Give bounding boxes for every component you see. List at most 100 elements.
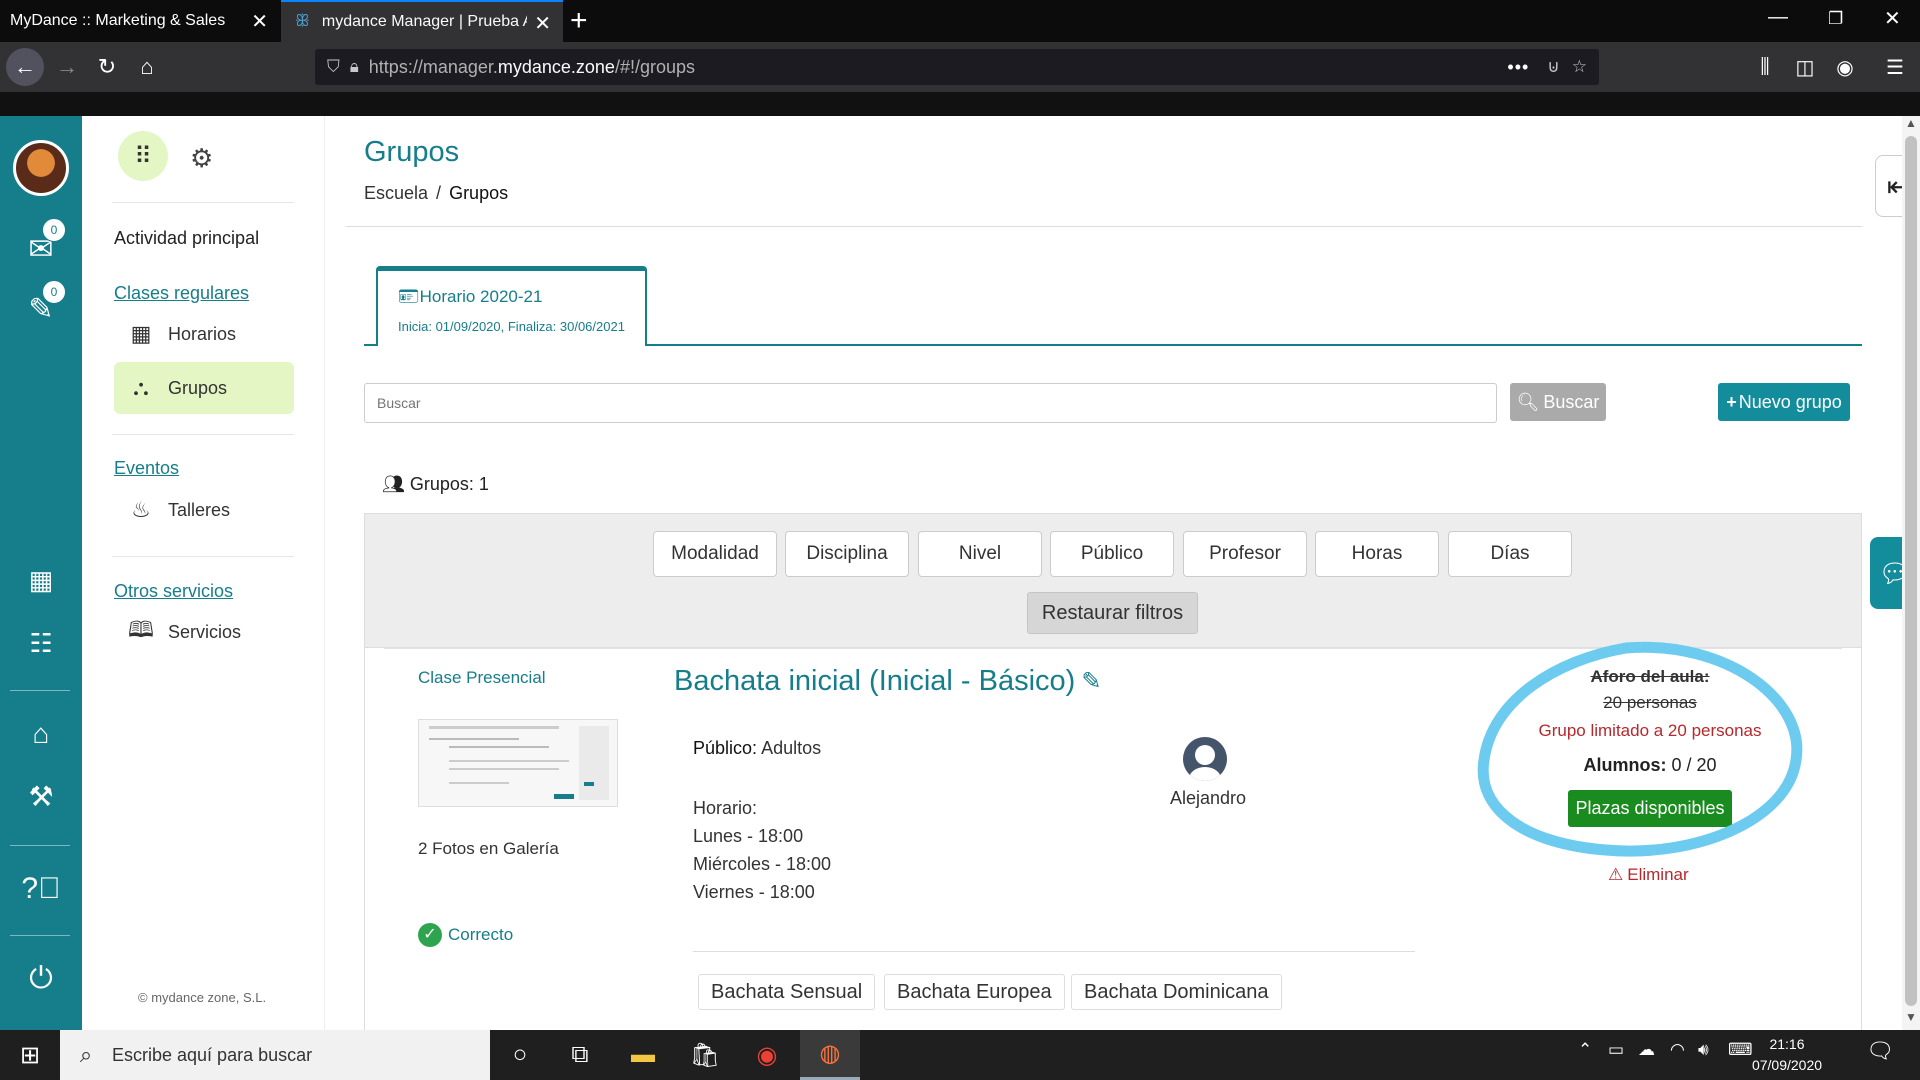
filter-profesor-button[interactable]: Profesor	[1183, 531, 1307, 577]
notifications-icon[interactable]: 🗨︎	[1866, 1038, 1894, 1064]
teacher-avatar-icon[interactable]	[1183, 737, 1227, 781]
filter-disciplina-button[interactable]: Disciplina	[785, 531, 909, 577]
sidebar-divider	[112, 202, 294, 203]
season-title: Horario 2020-21	[419, 287, 543, 306]
library-icon[interactable]: ⫼	[1746, 48, 1784, 86]
filter-horas-button[interactable]: Horas	[1315, 531, 1439, 577]
sidebar-toggle-icon[interactable]: ◫	[1786, 48, 1824, 86]
bookmark-star-icon[interactable]: ☆	[1572, 57, 1587, 77]
shield-icon[interactable]: ⛉	[327, 57, 340, 77]
url-bar[interactable]: ⛉ 🔒︎ https://manager. mydance.zone/#!/gro…	[315, 49, 1599, 85]
group-thumbnail[interactable]	[418, 719, 618, 807]
pocket-icon[interactable]: ⊍	[1547, 57, 1559, 77]
sidebar-section-otros-servicios[interactable]: Otros servicios	[114, 581, 233, 602]
tools-icon[interactable]: ⚒	[0, 780, 82, 813]
rail-divider	[10, 935, 70, 936]
apps-grid-icon[interactable]: ⠿	[118, 131, 168, 181]
edit-icon[interactable]: ✎	[1081, 667, 1101, 696]
teacher-name[interactable]: Alejandro	[1170, 788, 1246, 809]
school-building-icon[interactable]: ⌂	[0, 718, 82, 750]
scrollbar-thumb[interactable]	[1905, 136, 1917, 1006]
store-icon[interactable]: 🛍︎	[675, 1030, 735, 1080]
task-view-icon[interactable]: ⧉	[550, 1030, 610, 1080]
taskbar-search[interactable]: ⌕ Escribe aquí para buscar	[60, 1030, 490, 1080]
cortana-icon[interactable]: ○	[490, 1030, 550, 1080]
sidebar-item-label: Talleres	[168, 499, 231, 520]
users-icon[interactable]: ☷	[0, 628, 82, 659]
id-card-icon: 🪪︎	[398, 287, 420, 306]
gear-icon[interactable]: ⚙	[190, 143, 213, 174]
user-avatar[interactable]	[13, 140, 69, 196]
help-icon[interactable]: ?⃝	[0, 872, 82, 906]
browser-tab-manager[interactable]: ꕥ mydance Manager | Prueba Ale ✕	[281, 0, 563, 42]
page-actions-icon[interactable]: •••	[1507, 57, 1529, 78]
header-divider	[346, 226, 1862, 227]
sidebar-item-talleres[interactable]: ♨ Talleres	[114, 484, 294, 536]
filter-publico-button[interactable]: Público	[1050, 531, 1174, 577]
lock-icon[interactable]: 🔒︎	[350, 57, 359, 77]
volume-icon[interactable]: 🔊︎	[1698, 1040, 1709, 1060]
group-audience: Público: Adultos	[693, 738, 821, 759]
reset-filters-button[interactable]: Restaurar filtros	[1027, 592, 1198, 634]
delete-group-link[interactable]: ⚠ Eliminar	[1608, 865, 1689, 885]
home-icon[interactable]: ⌂	[128, 48, 166, 86]
back-arrow-icon[interactable]: ←	[6, 48, 44, 86]
filter-dias-button[interactable]: Días	[1448, 531, 1572, 577]
browser-tab-marketing[interactable]: MyDance :: Marketing & Sales ✕	[0, 0, 280, 42]
filter-modalidad-button[interactable]: Modalidad	[653, 531, 777, 577]
search-input[interactable]	[364, 383, 1497, 423]
close-tab-icon[interactable]: ✕	[534, 11, 551, 36]
tab-title: MyDance :: Marketing & Sales	[10, 12, 226, 29]
file-explorer-icon[interactable]: ▬	[613, 1030, 673, 1080]
menu-icon[interactable]: ☰	[1876, 48, 1914, 86]
filter-nivel-button[interactable]: Nivel	[918, 531, 1042, 577]
audience-value: Adultos	[761, 738, 822, 758]
check-circle-icon: ✓	[418, 923, 442, 947]
breadcrumb-root[interactable]: Escuela	[364, 183, 428, 203]
warning-icon: ⚠	[1608, 865, 1624, 884]
tasks-icon[interactable]: ✎	[0, 292, 82, 327]
mail-icon[interactable]: ✉︎	[0, 232, 82, 267]
butterfly-favicon-icon: ꕥ	[295, 13, 310, 30]
gallery-photos-count[interactable]: 2 Fotos en Galería	[418, 839, 559, 859]
close-tab-icon[interactable]: ✕	[251, 9, 268, 34]
power-icon[interactable]: ⏻	[0, 962, 82, 996]
minimize-icon[interactable]: —	[1768, 6, 1788, 29]
chrome-icon[interactable]: ◉	[737, 1030, 797, 1080]
tray-overflow-icon[interactable]: ⌃	[1578, 1040, 1592, 1060]
flame-icon: ♨	[131, 497, 151, 522]
battery-icon[interactable]: ▭	[1608, 1040, 1624, 1060]
onedrive-icon[interactable]: ☁	[1638, 1040, 1655, 1060]
reload-icon[interactable]: ↻	[88, 48, 126, 86]
sidebar-item-label: Servicios	[168, 621, 242, 642]
sidebar-item-grupos[interactable]: ⛬ Grupos	[114, 362, 294, 414]
open-book-icon: 🕮	[128, 617, 154, 642]
restore-icon[interactable]: ❐	[1828, 9, 1843, 29]
firefox-icon[interactable]: ◍	[800, 1030, 860, 1080]
sidebar-section-clases-regulares[interactable]: Clases regulares	[114, 283, 249, 304]
windows-start-icon[interactable]: ⊞	[0, 1030, 60, 1080]
sidebar-item-label: Horarios	[168, 323, 237, 344]
plus-icon: +	[1726, 391, 1737, 412]
new-group-button[interactable]: + Nuevo grupo	[1718, 383, 1850, 421]
sidebar-section-eventos[interactable]: Eventos	[114, 458, 179, 479]
discipline-tag: Bachata Dominicana	[1071, 974, 1282, 1010]
sidebar-item-servicios[interactable]: 🕮 Servicios	[114, 606, 294, 658]
breadcrumb-separator: /	[436, 183, 442, 203]
new-tab-icon[interactable]: +	[570, 4, 588, 38]
scroll-up-icon[interactable]: ▲	[1902, 116, 1920, 134]
tab-season[interactable]: 🪪︎Horario 2020-21 Inicia: 01/09/2020, Fi…	[376, 266, 647, 346]
account-icon[interactable]: ◉	[1826, 48, 1864, 86]
calendar-icon[interactable]: ▦	[0, 565, 82, 596]
forward-arrow-icon[interactable]: →	[48, 48, 86, 86]
url-path: /#!/groups	[614, 56, 696, 77]
group-name[interactable]: Bachata inicial (Inicial - Básico) ✎	[674, 665, 1101, 698]
group-schedule: Horario: Lunes - 18:00 Miércoles - 18:00…	[693, 794, 831, 906]
scroll-down-icon[interactable]: ▼	[1902, 1010, 1920, 1028]
taskbar-clock[interactable]: 21:16 07/09/2020	[1748, 1034, 1826, 1076]
sidebar-item-horarios[interactable]: ▦ Horarios	[114, 308, 294, 360]
wifi-icon[interactable]: ◠	[1670, 1040, 1685, 1060]
window-close-icon[interactable]: ✕	[1884, 6, 1901, 31]
audience-label: Público:	[693, 738, 758, 758]
search-button[interactable]: 🔍︎ Buscar	[1510, 383, 1606, 421]
